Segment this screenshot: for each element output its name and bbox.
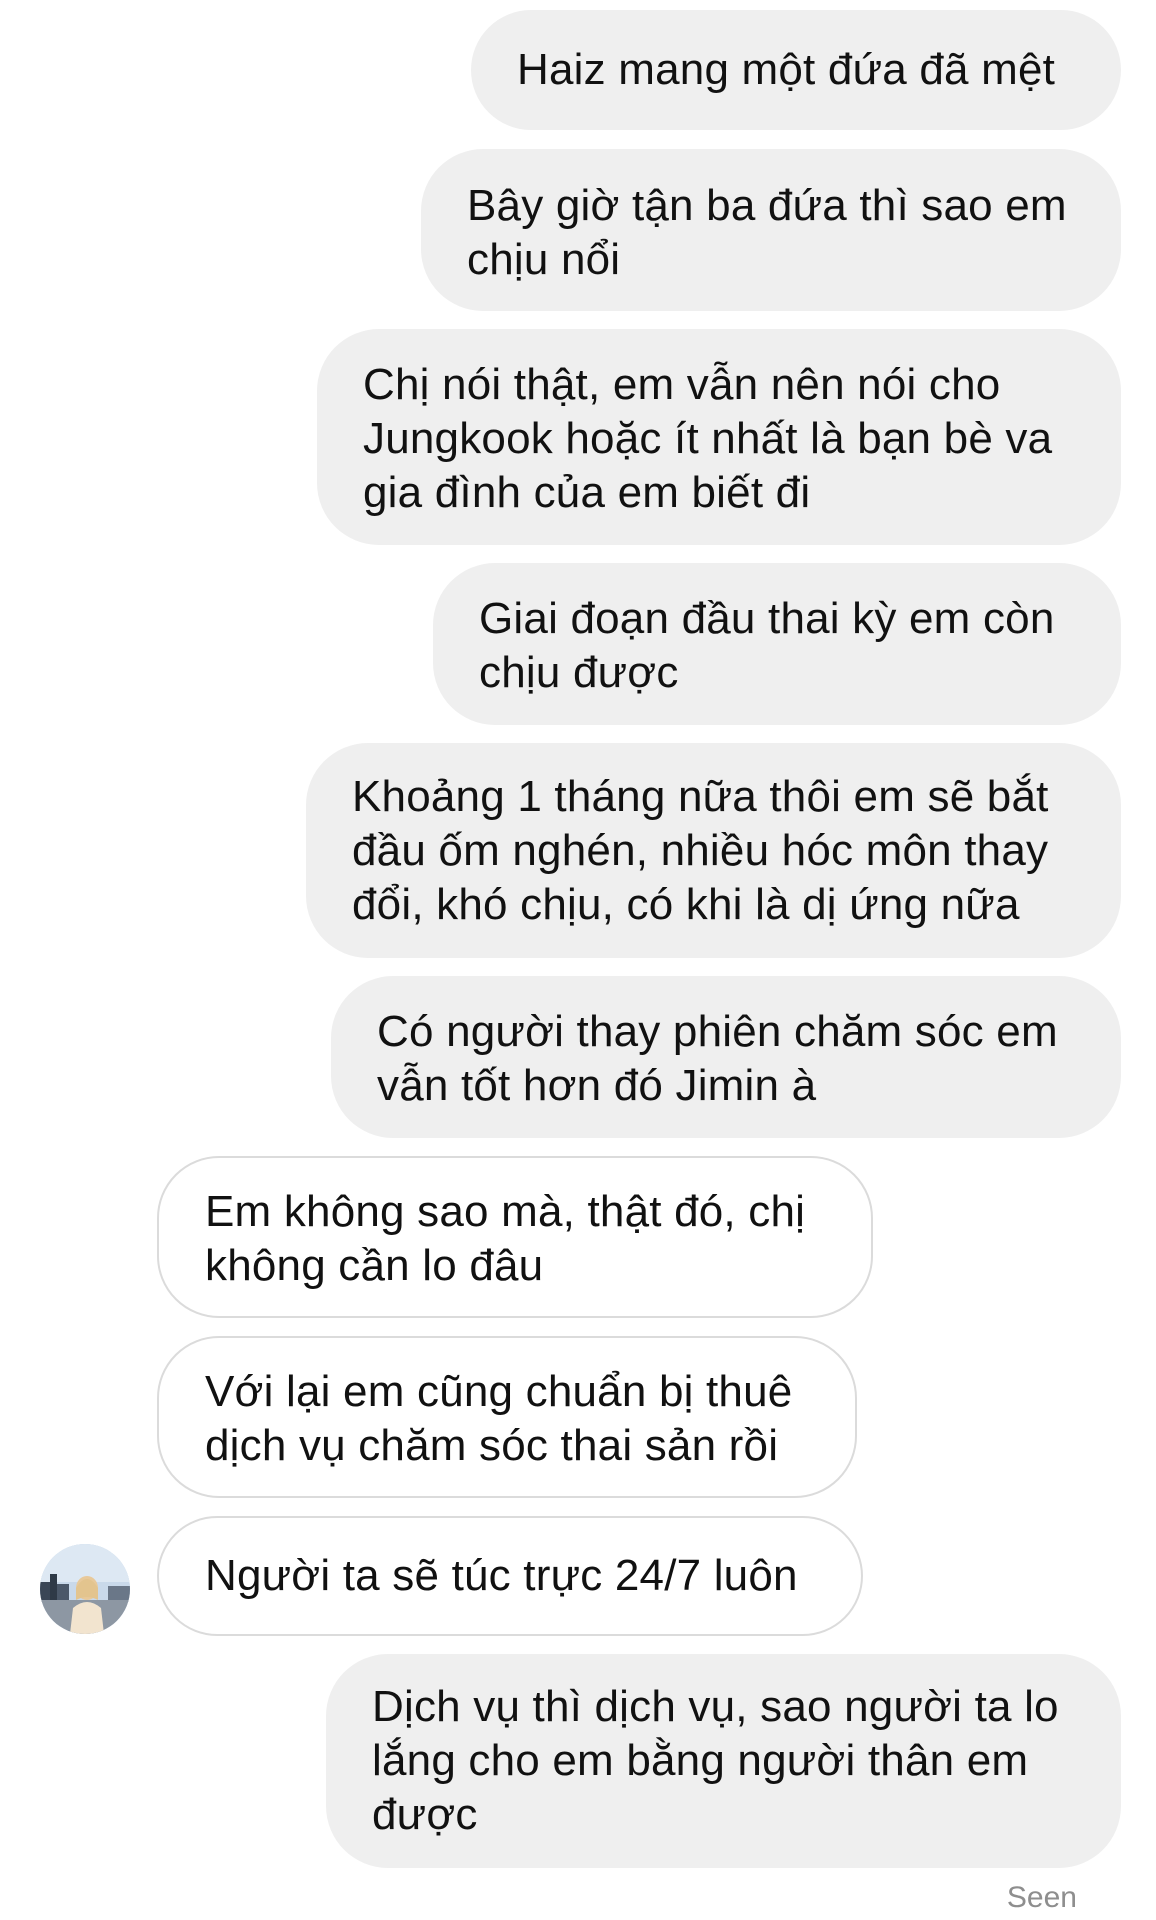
message-text: Chị nói thật, em vẫn nên nói cho Jungkoo…	[363, 360, 1053, 517]
sent-message-bubble[interactable]: Giai đoạn đầu thai kỳ em còn chịu được	[433, 563, 1121, 725]
received-message-bubble[interactable]: Em không sao mà, thật đó, chị không cần …	[157, 1156, 873, 1318]
sent-message-bubble[interactable]: Có người thay phiên chăm sóc em vẫn tốt …	[331, 976, 1121, 1138]
sent-message-bubble[interactable]: Bây giờ tận ba đứa thì sao em chịu nổi	[421, 149, 1121, 311]
seen-status: Seen	[1006, 1881, 1077, 1914]
message-text: Với lại em cũng chuẩn bị thuê dịch vụ ch…	[205, 1367, 793, 1470]
contact-avatar[interactable]	[40, 1544, 130, 1634]
sent-message-bubble[interactable]: Khoảng 1 tháng nữa thôi em sẽ bắt đầu ốm…	[306, 743, 1121, 958]
message-text: Dịch vụ thì dịch vụ, sao người ta lo lắn…	[372, 1682, 1059, 1839]
message-text: Giai đoạn đầu thai kỳ em còn chịu được	[479, 594, 1055, 697]
sent-message-bubble[interactable]: Chị nói thật, em vẫn nên nói cho Jungkoo…	[317, 329, 1121, 545]
received-message-bubble[interactable]: Người ta sẽ túc trực 24/7 luôn	[157, 1516, 863, 1636]
message-text: Bây giờ tận ba đứa thì sao em chịu nổi	[467, 181, 1067, 284]
sent-message-bubble[interactable]: Haiz mang một đứa đã mệt	[471, 10, 1121, 130]
message-text: Em không sao mà, thật đó, chị không cần …	[205, 1187, 806, 1290]
contact-avatar-photo-icon	[40, 1544, 130, 1634]
message-thread: Haiz mang một đứa đã mệt Bây giờ tận ba …	[0, 0, 1156, 1920]
received-message-bubble[interactable]: Với lại em cũng chuẩn bị thuê dịch vụ ch…	[157, 1336, 857, 1498]
sent-message-bubble[interactable]: Dịch vụ thì dịch vụ, sao người ta lo lắn…	[326, 1654, 1121, 1868]
message-text: Có người thay phiên chăm sóc em vẫn tốt …	[377, 1007, 1058, 1110]
message-text: Người ta sẽ túc trực 24/7 luôn	[205, 1551, 798, 1600]
message-text: Haiz mang một đứa đã mệt	[517, 45, 1056, 94]
message-text: Khoảng 1 tháng nữa thôi em sẽ bắt đầu ốm…	[352, 772, 1049, 929]
